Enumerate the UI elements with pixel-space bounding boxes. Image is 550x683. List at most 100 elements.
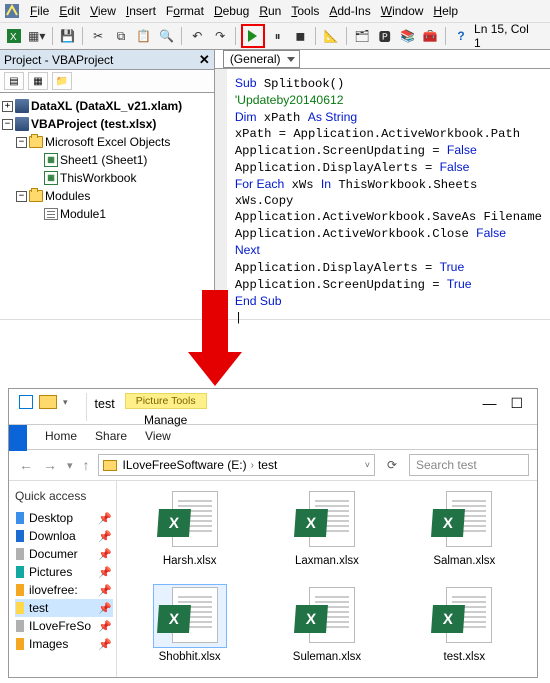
menu-format[interactable]: Format bbox=[162, 3, 208, 19]
sidebar-item-pictures[interactable]: Pictures📌 bbox=[15, 563, 113, 581]
menu-edit[interactable]: Edit bbox=[55, 3, 84, 19]
project-explorer-pane: Project - VBAProject ✕ ▤ ▦ 📁 + DataXL (D… bbox=[0, 50, 215, 319]
menu-view[interactable]: View bbox=[86, 3, 120, 19]
sidebar-item-desktop[interactable]: Desktop📌 bbox=[15, 509, 113, 527]
search-input[interactable]: Search test bbox=[409, 454, 529, 476]
reset-icon[interactable]: ◼ bbox=[291, 26, 311, 46]
module-icon bbox=[44, 208, 58, 220]
tab-manage[interactable]: Manage bbox=[125, 409, 207, 431]
sidebar-item-ilovefreso[interactable]: ILoveFreSo📌 bbox=[15, 617, 113, 635]
address-bar[interactable]: ILoveFreeSoftware (E:) › test ˅ bbox=[98, 454, 375, 476]
find-icon[interactable]: 🔍 bbox=[157, 26, 177, 46]
run-button[interactable] bbox=[241, 24, 265, 48]
view-excel-icon[interactable]: X bbox=[4, 26, 24, 46]
tree-project-test[interactable]: − VBAProject (test.xlsx) bbox=[2, 115, 212, 133]
file-test-xlsx[interactable]: Xtest.xlsx bbox=[412, 585, 516, 677]
select-all-checkbox[interactable] bbox=[19, 395, 33, 409]
toolbar: X ▦▾ 💾 ✂ ⧉ 📋 🔍 ↶ ↷ ⏸ ◼ 📐 🗂 🅿 📚 🧰 ? Ln 15… bbox=[0, 22, 550, 50]
svg-text:X: X bbox=[10, 32, 17, 43]
project-icon bbox=[15, 99, 29, 113]
sidebar-item-images[interactable]: Images📌 bbox=[15, 635, 113, 653]
color-icon bbox=[16, 566, 24, 578]
help-icon[interactable]: ? bbox=[451, 26, 471, 46]
tree-project-dataxl[interactable]: + DataXL (DataXL_v21.xlam) bbox=[2, 97, 212, 115]
sheet-icon: ▦ bbox=[44, 153, 58, 167]
undo-icon[interactable]: ↶ bbox=[187, 26, 207, 46]
tree-thisworkbook[interactable]: ▦ ThisWorkbook bbox=[44, 169, 212, 187]
files-grid: XHarsh.xlsxXLaxman.xlsxXSalman.xlsxXShob… bbox=[117, 481, 537, 677]
menu-insert[interactable]: Insert bbox=[122, 3, 160, 19]
refresh-icon[interactable]: ⟳ bbox=[381, 458, 403, 472]
breadcrumb: ILoveFreeSoftware (E:) › test bbox=[123, 458, 278, 472]
object-browser-icon[interactable]: 📚 bbox=[398, 26, 418, 46]
toolbox-icon[interactable]: 🧰 bbox=[420, 26, 440, 46]
toggle-folders-icon[interactable]: 📁 bbox=[52, 72, 72, 90]
project-explorer-icon[interactable]: 🗂 bbox=[352, 26, 372, 46]
file-Suleman-xlsx[interactable]: XSuleman.xlsx bbox=[275, 585, 379, 677]
file-Laxman-xlsx[interactable]: XLaxman.xlsx bbox=[275, 489, 379, 581]
tree-folder-excel-objects[interactable]: − Microsoft Excel Objects bbox=[16, 133, 212, 151]
color-icon bbox=[16, 530, 24, 542]
recent-dropdown-icon[interactable]: ▾ bbox=[65, 459, 75, 472]
up-icon[interactable]: ↑ bbox=[81, 457, 92, 473]
color-icon bbox=[16, 584, 24, 596]
cut-icon[interactable]: ✂ bbox=[88, 26, 108, 46]
paste-icon[interactable]: 📋 bbox=[134, 26, 154, 46]
tree-folder-modules[interactable]: − Modules bbox=[16, 187, 212, 205]
menu-tools[interactable]: Tools bbox=[287, 3, 323, 19]
save-icon[interactable]: 💾 bbox=[58, 26, 78, 46]
address-dropdown-icon[interactable]: ˅ bbox=[365, 460, 370, 470]
view-code-icon[interactable]: ▤ bbox=[4, 72, 24, 90]
excel-icon: X bbox=[431, 509, 465, 537]
tree-sheet1[interactable]: ▦ Sheet1 (Sheet1) bbox=[44, 151, 212, 169]
color-icon bbox=[16, 512, 24, 524]
procedure-dropdown[interactable]: (General) bbox=[223, 50, 300, 68]
file-Salman-xlsx[interactable]: XSalman.xlsx bbox=[412, 489, 516, 581]
forward-icon[interactable]: → bbox=[41, 457, 59, 473]
back-icon[interactable]: ← bbox=[17, 457, 35, 473]
design-mode-icon[interactable]: 📐 bbox=[321, 26, 341, 46]
properties-icon[interactable]: 🅿 bbox=[375, 26, 395, 46]
project-pane-title: Project - VBAProject bbox=[4, 53, 113, 67]
quick-access-heading[interactable]: Quick access bbox=[15, 489, 113, 503]
window-title: test bbox=[95, 397, 115, 411]
sidebar-item-downloa[interactable]: Downloa📌 bbox=[15, 527, 113, 545]
file-label: Shobhit.xlsx bbox=[138, 651, 242, 663]
menu-addins[interactable]: Add-Ins bbox=[325, 3, 374, 19]
code-editor[interactable]: Sub Splitbook() 'Updateby20140612 Dim xP… bbox=[215, 69, 550, 332]
file-Shobhit-xlsx[interactable]: XShobhit.xlsx bbox=[138, 585, 242, 677]
tree-module1[interactable]: Module1 bbox=[44, 205, 212, 223]
maximize-icon[interactable]: ☐ bbox=[510, 395, 523, 412]
tab-view[interactable]: View bbox=[145, 429, 171, 443]
file-Harsh-xlsx[interactable]: XHarsh.xlsx bbox=[138, 489, 242, 581]
sidebar-item-ilovefree:[interactable]: ilovefree:📌 bbox=[15, 581, 113, 599]
redo-icon[interactable]: ↷ bbox=[210, 26, 230, 46]
project-tree: + DataXL (DataXL_v21.xlam) − VBAProject … bbox=[0, 93, 214, 227]
menu-window[interactable]: Window bbox=[377, 3, 428, 19]
file-label: Laxman.xlsx bbox=[275, 555, 379, 567]
sidebar-item-test[interactable]: test📌 bbox=[15, 599, 113, 617]
file-explorer-window: ▾ test Picture Tools Manage — ☐ Home Sha… bbox=[8, 388, 538, 678]
break-icon[interactable]: ⏸ bbox=[268, 26, 288, 46]
color-icon bbox=[16, 638, 24, 650]
copy-icon[interactable]: ⧉ bbox=[111, 26, 131, 46]
sidebar-item-documer[interactable]: Documer📌 bbox=[15, 545, 113, 563]
menu-debug[interactable]: Debug bbox=[210, 3, 253, 19]
excel-icon: X bbox=[431, 605, 465, 633]
pin-icon: 📌 bbox=[98, 548, 112, 561]
menu-help[interactable]: Help bbox=[429, 3, 462, 19]
pin-icon: 📌 bbox=[98, 620, 112, 633]
file-ribbon-accent[interactable] bbox=[9, 425, 27, 451]
menu-file[interactable]: File bbox=[26, 3, 53, 19]
view-object-icon[interactable]: ▦ bbox=[28, 72, 48, 90]
folder-icon bbox=[39, 395, 57, 409]
tab-share[interactable]: Share bbox=[95, 429, 127, 443]
minimize-icon[interactable]: — bbox=[482, 395, 496, 412]
insert-dropdown-icon[interactable]: ▦▾ bbox=[27, 26, 47, 46]
tab-home[interactable]: Home bbox=[45, 429, 77, 443]
cursor-position: Ln 15, Col 1 bbox=[474, 22, 546, 50]
excel-icon: X bbox=[294, 605, 328, 633]
menu-run[interactable]: Run bbox=[255, 3, 285, 19]
close-icon[interactable]: ✕ bbox=[199, 52, 210, 68]
file-label: Harsh.xlsx bbox=[138, 555, 242, 567]
